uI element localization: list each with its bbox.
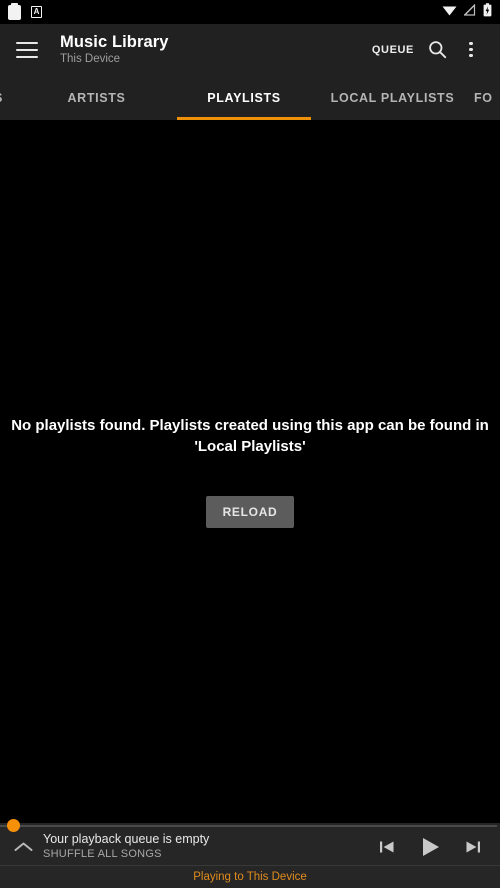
play-button[interactable] (415, 832, 445, 862)
app-bar-titles: Music Library This Device (60, 33, 366, 66)
chevron-up-icon[interactable] (10, 834, 36, 860)
page-subtitle: This Device (60, 53, 121, 65)
now-playing-row[interactable]: Your playback queue is empty SHUFFLE ALL… (0, 828, 500, 865)
hamburger-line (16, 55, 38, 58)
app-bar-actions: QUEUE (366, 33, 488, 67)
hamburger-line (16, 41, 38, 44)
playlists-content-area: No playlists found. Playlists created us… (0, 120, 500, 823)
app-bar: Music Library This Device QUEUE (0, 24, 500, 75)
cast-status-label: Playing to This Device (193, 871, 307, 883)
wifi-icon (442, 3, 457, 21)
tab-bar[interactable]: S ARTISTS PLAYLISTS LOCAL PLAYLISTS FO (0, 75, 500, 120)
search-icon[interactable] (420, 33, 454, 67)
shuffle-all-songs-label[interactable]: SHUFFLE ALL SONGS (43, 847, 372, 861)
queue-button[interactable]: QUEUE (366, 36, 420, 64)
status-bar: A (0, 0, 500, 24)
now-playing-text: Your playback queue is empty SHUFFLE ALL… (43, 832, 372, 861)
dot (469, 54, 473, 58)
overflow-dots (469, 41, 473, 58)
status-bar-notifications: A (8, 2, 42, 20)
queue-status-label: Your playback queue is empty (43, 832, 210, 846)
more-vertical-icon[interactable] (454, 33, 488, 67)
dot (469, 41, 473, 45)
status-bar-system-icons (442, 2, 492, 22)
cast-status-bar[interactable]: Playing to This Device (0, 865, 500, 888)
reload-button[interactable]: RELOAD (205, 496, 295, 528)
tab-playlists[interactable]: PLAYLISTS (177, 75, 311, 120)
playback-controls (372, 832, 488, 862)
previous-track-button[interactable] (372, 832, 402, 862)
tab-folders-partial[interactable]: FO (474, 75, 500, 120)
tab-artists[interactable]: ARTISTS (16, 75, 177, 120)
tab-local-playlists[interactable]: LOCAL PLAYLISTS (311, 75, 474, 120)
empty-state-message: No playlists found. Playlists created us… (11, 417, 489, 455)
seek-bar-track (0, 825, 497, 827)
now-playing-bar: Your playback queue is empty SHUFFLE ALL… (0, 819, 500, 888)
page-title: Music Library (60, 33, 169, 51)
dot (469, 47, 473, 52)
cellular-signal-off-icon (463, 3, 476, 21)
next-track-button[interactable] (458, 832, 488, 862)
hamburger-menu-icon[interactable] (16, 41, 38, 58)
hamburger-line (16, 48, 38, 51)
battery-charging-icon (483, 2, 492, 22)
clipboard-notification-icon (8, 2, 21, 20)
tab-albums-partial[interactable]: S (0, 75, 16, 120)
letter-a-notification-icon: A (31, 6, 42, 18)
